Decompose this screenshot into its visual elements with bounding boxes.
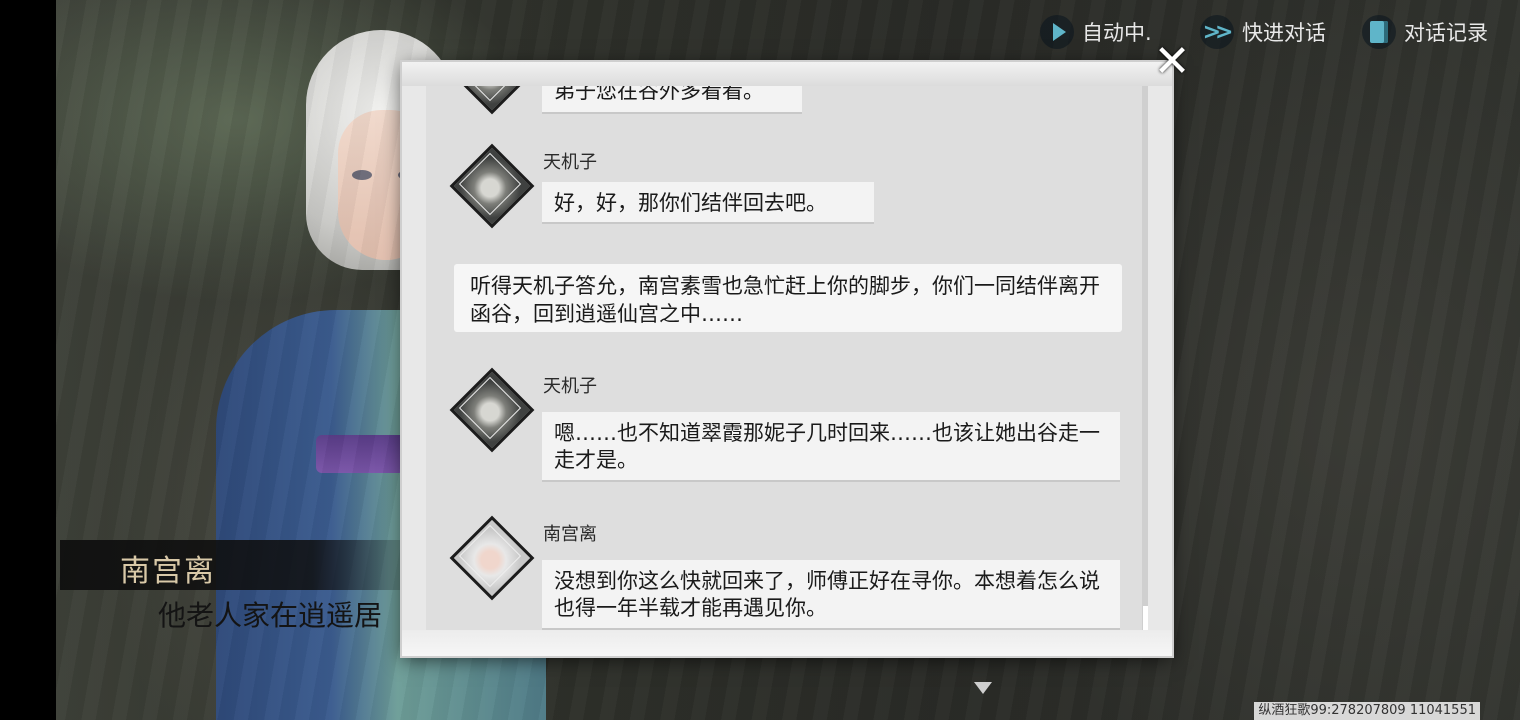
- fast-forward-icon: >>: [1200, 15, 1234, 49]
- log-narration: 听得天机子答允，南宫素雪也急忙赶上你的脚步，你们一同结伴离开函谷，回到逍遥仙宫之…: [454, 264, 1122, 332]
- log-bubble: 嗯……也不知道翠霞那妮子几时回来……也该让她出谷走一走才是。: [542, 412, 1120, 482]
- log-bubble: 弟子您在谷外多看看。: [542, 86, 802, 114]
- auto-play-label: 自动中.: [1082, 21, 1152, 45]
- log-scroll-area[interactable]: 弟子您在谷外多看看。 天机子 好，好，那你们结伴回去吧。 听得天机子答允，南宫素…: [426, 86, 1144, 630]
- speaker-name: 南宫离: [120, 554, 216, 589]
- speaker-avatar: [449, 515, 535, 601]
- speaker-nameplate: 南宫离: [60, 540, 420, 590]
- play-icon: [1040, 15, 1074, 49]
- player-id-watermark: 纵酒狂歌99:278207809 11041551: [1254, 702, 1480, 720]
- dialogue-log-label: 对话记录: [1404, 21, 1488, 45]
- close-icon[interactable]: ✕: [1152, 40, 1192, 84]
- log-speaker: 天机子: [543, 376, 597, 397]
- log-bubble: 好，好，那你们结伴回去吧。: [542, 182, 874, 224]
- log-speaker: 南宫离: [543, 524, 597, 545]
- log-bubble: 没想到你这么快就回来了，师傅正好在寻你。本想着怎么说也得一年半载才能再遇见你。: [542, 560, 1120, 630]
- dialogue-text[interactable]: 他老人家在逍遥居: [158, 594, 404, 634]
- log-entry: 南宫离 没想到你这么快就回来了，师傅正好在寻你。本想着怎么说也得一年半载才能再遇…: [426, 515, 1144, 630]
- speaker-avatar: [449, 86, 535, 115]
- speaker-avatar: [449, 367, 535, 453]
- panel-top-edge: [402, 62, 1172, 86]
- log-scroll-thumb[interactable]: [1143, 606, 1148, 630]
- dialogue-log-panel: 弟子您在谷外多看看。 天机子 好，好，那你们结伴回去吧。 听得天机子答允，南宫素…: [402, 62, 1172, 656]
- character-eye: [352, 170, 372, 180]
- skip-dialogue-label: 快进对话: [1242, 21, 1326, 45]
- log-scrollbar[interactable]: [1142, 86, 1148, 630]
- log-entry-partial: 弟子您在谷外多看看。: [426, 86, 1144, 115]
- panel-bottom-edge: [402, 630, 1172, 656]
- book-icon: [1362, 15, 1396, 49]
- down-triangle-icon[interactable]: [974, 682, 992, 694]
- log-speaker: 天机子: [543, 152, 597, 173]
- dialogue-log-button[interactable]: 对话记录: [1362, 14, 1488, 50]
- auto-play-button[interactable]: 自动中.: [1040, 14, 1152, 50]
- log-entry: 天机子 嗯……也不知道翠霞那妮子几时回来……也该让她出谷走一走才是。: [426, 367, 1144, 488]
- skip-dialogue-button[interactable]: >> 快进对话: [1200, 14, 1326, 50]
- log-entry: 天机子 好，好，那你们结伴回去吧。: [426, 143, 1144, 244]
- speaker-avatar: [449, 143, 535, 229]
